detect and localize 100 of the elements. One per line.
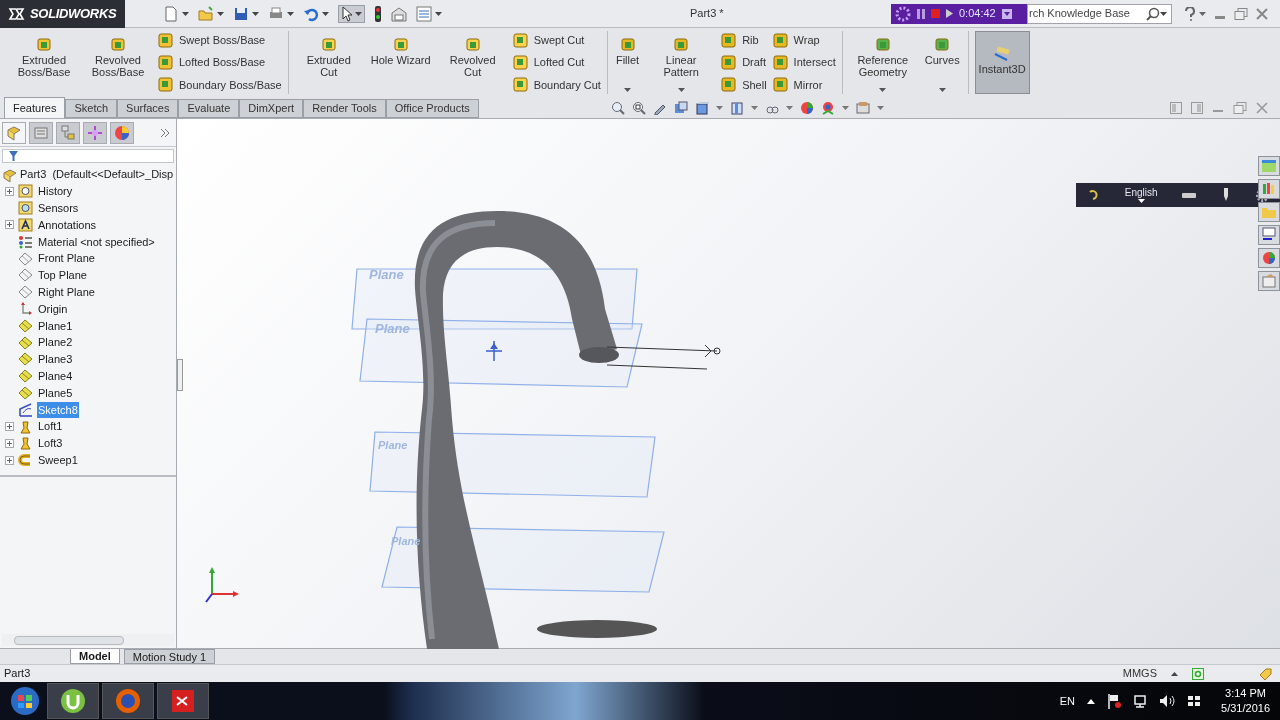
tree-item[interactable]: Annotations xyxy=(37,216,98,234)
traffic-light-icon[interactable] xyxy=(374,5,382,22)
appearance-icon[interactable] xyxy=(799,100,814,115)
tree-item[interactable]: Plane3 xyxy=(37,351,74,368)
ribbon-tab[interactable]: DimXpert xyxy=(239,99,304,118)
restore-icon[interactable] xyxy=(1234,7,1248,20)
zoom-to-fit-icon[interactable] xyxy=(610,100,625,115)
language-selector[interactable]: English xyxy=(1124,187,1158,199)
ribbon-button[interactable]: Revolved Cut xyxy=(438,31,507,94)
caret-icon[interactable] xyxy=(252,11,259,16)
tree-item[interactable]: Plane5 xyxy=(37,384,74,402)
units-selector[interactable]: MMGS xyxy=(1122,665,1178,682)
ribbon-button[interactable]: Reference Geometry xyxy=(848,31,917,94)
ribbon-button[interactable]: Draft xyxy=(721,54,767,71)
view-orientation-icon[interactable] xyxy=(694,100,709,115)
action-center-icon[interactable] xyxy=(1107,693,1122,709)
ribbon-button[interactable]: Intersect xyxy=(772,54,836,71)
expand-chevron-icon[interactable] xyxy=(160,127,170,138)
ribbon-button[interactable]: Lofted Boss/Base xyxy=(158,54,282,71)
ribbon-tab[interactable]: Sketch xyxy=(65,99,118,118)
caret-icon[interactable] xyxy=(624,88,631,92)
caret-icon[interactable] xyxy=(1160,11,1167,16)
panel-tab[interactable] xyxy=(110,121,134,144)
volume-icon[interactable] xyxy=(1159,694,1176,708)
tree-item[interactable]: Plane4 xyxy=(37,367,74,385)
ribbon-button[interactable]: Swept Cut xyxy=(512,32,601,49)
scene-icon[interactable] xyxy=(820,100,835,115)
play-icon[interactable] xyxy=(946,9,953,18)
tile-left-icon[interactable] xyxy=(1170,101,1182,114)
tree-item[interactable]: Plane1 xyxy=(37,317,74,334)
caret-icon[interactable] xyxy=(287,11,294,16)
language-indicator[interactable]: EN xyxy=(1059,692,1076,710)
caret-icon[interactable] xyxy=(879,88,887,92)
ribbon-button[interactable]: Lofted Cut xyxy=(512,54,601,71)
display-style-icon[interactable] xyxy=(729,100,744,115)
pointer-icon[interactable] xyxy=(341,5,353,22)
ribbon-button[interactable]: Boundary Cut xyxy=(512,76,601,93)
ribbon-button[interactable]: Curves xyxy=(922,31,962,94)
tile-right-icon[interactable] xyxy=(1191,101,1203,114)
caret-icon[interactable] xyxy=(938,88,946,92)
tree-item[interactable]: Sweep1 xyxy=(37,451,79,469)
task-pane-tab[interactable] xyxy=(1258,225,1280,245)
network-icon[interactable] xyxy=(1133,694,1148,708)
ribbon-button[interactable]: Rib xyxy=(721,32,767,49)
pause-icon[interactable] xyxy=(917,8,925,19)
tree-item[interactable]: Loft3 xyxy=(37,435,64,452)
ribbon-button[interactable]: Extruded Cut xyxy=(294,31,363,94)
tree-item[interactable]: History xyxy=(37,183,74,200)
caret-icon[interactable] xyxy=(1137,199,1145,203)
settings-icon[interactable] xyxy=(1256,188,1269,202)
caret-icon[interactable] xyxy=(182,11,189,16)
tag-icon[interactable] xyxy=(1258,666,1272,681)
search-icon[interactable] xyxy=(1146,6,1160,21)
filter-field[interactable] xyxy=(2,149,174,163)
restore-icon[interactable] xyxy=(1233,101,1247,114)
dropdown-icon[interactable] xyxy=(1001,8,1012,19)
expand-icon[interactable] xyxy=(4,422,14,432)
tree-item[interactable]: Plane2 xyxy=(37,334,74,351)
ribbon-button[interactable]: Extruded Boss/Base xyxy=(10,31,78,94)
panel-tab[interactable] xyxy=(83,121,107,144)
section-view-icon[interactable] xyxy=(673,100,688,115)
expand-icon[interactable] xyxy=(4,438,14,448)
tree-item[interactable]: Loft1 xyxy=(37,418,64,435)
caret-icon[interactable] xyxy=(322,11,329,16)
tree-item[interactable]: Material <not specified> xyxy=(37,233,156,251)
search-field[interactable]: rch Knowledge Base xyxy=(1027,3,1172,24)
panel-tab[interactable] xyxy=(29,121,53,144)
tree-item[interactable]: Front Plane xyxy=(37,250,96,267)
ribbon-button[interactable]: Revolved Boss/Base xyxy=(84,31,152,94)
ribbon-button[interactable]: Fillet xyxy=(613,31,642,94)
expand-icon[interactable] xyxy=(4,186,14,196)
caret-icon[interactable] xyxy=(217,11,224,16)
tree-item[interactable]: Top Plane xyxy=(37,267,88,284)
save-icon[interactable] xyxy=(233,5,249,22)
bottom-tab[interactable]: Motion Study 1 xyxy=(123,649,216,664)
instant3d-button[interactable]: Instant3D xyxy=(974,31,1030,94)
input-method-icon[interactable] xyxy=(1088,189,1100,201)
clock-date[interactable]: 5/31/2016 xyxy=(1221,701,1270,716)
expand-icon[interactable] xyxy=(4,220,14,230)
caret-icon[interactable] xyxy=(435,11,442,16)
clock-time[interactable]: 3:14 PM xyxy=(1225,686,1266,701)
horizontal-scrollbar[interactable] xyxy=(2,634,174,646)
bottom-tab[interactable]: Model xyxy=(70,649,120,664)
panel-tab[interactable] xyxy=(56,121,80,144)
tray-arrow-icon[interactable] xyxy=(1087,698,1096,704)
ribbon-button[interactable]: Shell xyxy=(721,76,767,93)
ribbon-button[interactable]: Boundary Boss/Base xyxy=(158,76,282,93)
close-icon[interactable] xyxy=(1256,7,1268,20)
taskbar-app[interactable] xyxy=(157,683,209,719)
ribbon-tab[interactable]: Features xyxy=(4,97,66,118)
ribbon-button[interactable]: Wrap xyxy=(772,32,836,49)
ribbon-button[interactable]: Swept Boss/Base xyxy=(158,32,282,49)
ribbon-tab[interactable]: Render Tools xyxy=(303,99,386,118)
tree-item[interactable]: Origin xyxy=(37,300,69,318)
tree-item[interactable]: Sensors xyxy=(37,199,80,217)
expand-icon[interactable] xyxy=(4,455,14,465)
ribbon-tab[interactable]: Evaluate xyxy=(178,99,240,118)
ribbon-button[interactable]: Hole Wizard xyxy=(368,31,433,94)
ribbon-button[interactable]: Linear Pattern xyxy=(647,31,716,94)
tree-item[interactable]: Part3 (Default<<Default>_Disp xyxy=(20,166,174,183)
